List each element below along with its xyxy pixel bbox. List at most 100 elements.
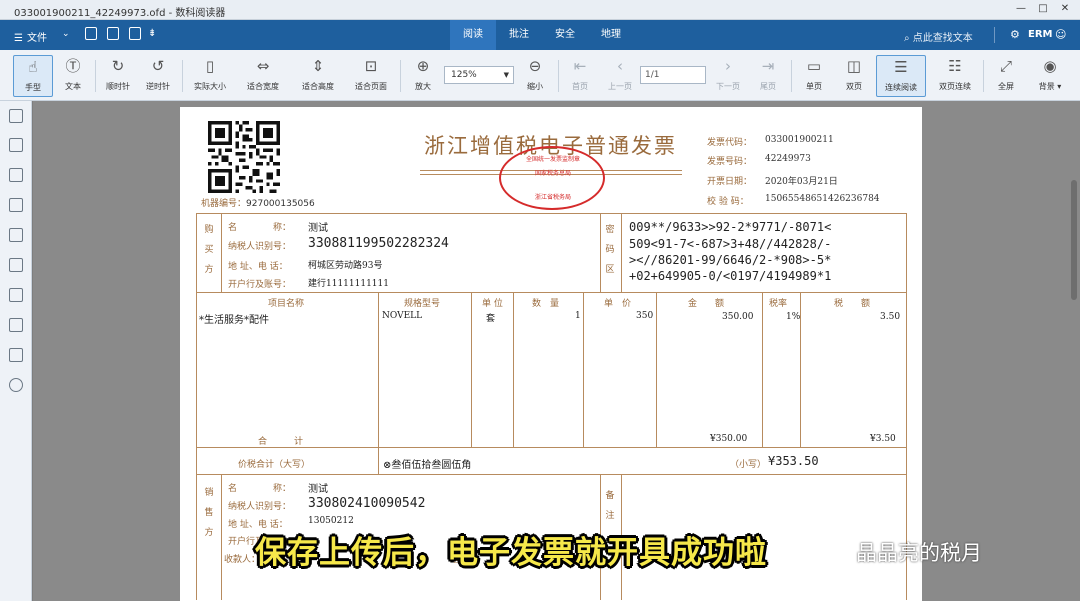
prev-page-button[interactable]: ‹ 上一页 [600,55,640,97]
image-icon[interactable] [9,138,23,152]
chevron-down-icon[interactable]: ⌄ [62,29,70,39]
toolbar-divider [95,60,96,92]
next-page-button[interactable]: › 下一页 [708,55,748,97]
seller-char: 售 [204,508,214,518]
zoom-select[interactable]: 125% ▼ [444,66,514,84]
zoom-in-label: 放大 [415,82,431,91]
double-page-button[interactable]: ◫ 双页 [834,55,874,97]
hand-tool-label: 手型 [25,83,41,92]
minimize-button[interactable]: — [1012,1,1030,17]
rotate-cw-icon: ↻ [111,57,125,75]
scrollbar-thumb[interactable] [1071,180,1077,300]
single-page-icon: ▭ [806,57,822,75]
first-page-button[interactable]: ⇤ 首页 [560,55,600,97]
user-icon[interactable]: ☺ [1055,28,1066,41]
maximize-button[interactable]: □ [1034,1,1052,17]
tab-geography[interactable]: 地理 [588,20,634,50]
fit-page-button[interactable]: ⊡ 适合页面 [351,55,391,97]
fullscreen-label: 全屏 [998,82,1014,91]
continuous-read-button[interactable]: ☰ 连续阅读 [876,55,926,97]
buyer-address: 柯城区劳动路93号 [308,261,383,271]
toolbar-divider [182,60,183,92]
tab-annotate[interactable]: 批注 [496,20,542,50]
background-button[interactable]: ◉ 背景 ▾ [1028,55,1072,97]
actual-size-button[interactable]: ▯ 实际大小 [190,55,230,97]
table-rule [196,447,907,448]
vertical-scrollbar[interactable] [1068,101,1080,601]
menubar: ☰ 文件 ⌄ ⇟ 阅读 批注 安全 地理 ⌕ 点此查找文本 ⚙ ERM ☺ [0,20,1080,50]
seller-name-label: 名 称： [228,484,292,494]
page-number-input[interactable]: 1/1 [640,66,706,84]
cipher-char: 码 [605,245,615,255]
hand-tool-button[interactable]: ☝ 手型 [13,55,53,97]
last-page-label: 尾页 [760,82,776,91]
save-icon[interactable] [107,27,119,40]
header-qty: 数 量 [532,299,560,309]
double-continuous-button[interactable]: ☷ 双页连续 [932,55,978,97]
header-item-name: 项目名称 [268,299,305,309]
seller-tax-label: 纳税人识别号： [228,502,292,512]
single-page-button[interactable]: ▭ 单页 [794,55,834,97]
rotate-ccw-label: 逆时针 [146,82,170,91]
tab-security[interactable]: 安全 [542,20,588,50]
zoom-in-button[interactable]: ⊕ 放大 [403,55,443,97]
check-code: 校 验 码： 15065548651426236784 [707,194,880,207]
header-rate: 税率 [769,299,788,309]
buyer-bank-label: 开户行及账号： [228,280,292,290]
text-cursor-icon: Ⓣ [65,57,81,75]
seal-text: 全国统一发票监制章 [525,156,580,163]
toolbar-divider [558,60,559,92]
search-icon: ⌕ [904,33,913,44]
document-icon[interactable] [9,318,23,332]
item-rate: 1% [786,312,801,322]
tab-read[interactable]: 阅读 [450,20,496,50]
fit-width-button[interactable]: ⇔ 适合宽度 [243,55,283,97]
text-tool-button[interactable]: Ⓣ 文本 [53,55,93,97]
bookmark-icon[interactable] [9,198,23,212]
layers-icon[interactable] [9,258,23,272]
qr-code [208,121,280,193]
page-value: 1/1 [645,70,660,80]
last-page-button[interactable]: ⇥ 尾页 [748,55,788,97]
grand-total-lower: ¥353.50 [768,454,819,468]
file-menu-label: 文件 [26,33,47,44]
pin-icon[interactable]: ⇟ [148,28,156,39]
wechat-icon [833,538,855,558]
search-placeholder: 点此查找文本 [912,33,973,44]
print-icon[interactable] [129,27,141,40]
table-rule [221,213,222,292]
meta-label: 开票日期： [707,177,753,187]
fit-height-button[interactable]: ⇕ 适合高度 [298,55,338,97]
open-folder-icon[interactable] [85,27,97,40]
close-button[interactable]: ✕ [1056,1,1074,17]
invoice-number: 发票号码： 42249973 [707,154,811,167]
file-menu[interactable]: ☰ 文件 [14,29,47,44]
zoom-out-button[interactable]: ⊖ 缩小 [515,55,555,97]
video-caption: 保存上传后，电子发票就开具成功啦 [255,535,767,571]
search-box[interactable]: ⌕ 点此查找文本 [904,29,973,44]
pages-icon[interactable] [9,288,23,302]
attachment-icon[interactable] [9,378,23,392]
item-spec: NOVELL [382,311,423,321]
fit-width-label: 适合宽度 [247,82,279,91]
item-qty: 1 [575,311,581,321]
outline-icon[interactable] [9,109,23,123]
fullscreen-button[interactable]: ⤢ 全屏 [986,55,1026,97]
seal-text: 浙江省税务局 [534,194,571,201]
gear-icon[interactable]: ⚙ [1010,28,1020,41]
fit-height-icon: ⇕ [311,57,325,75]
rotate-ccw-button[interactable]: ↺ 逆时针 [138,55,178,97]
rotate-cw-button[interactable]: ↻ 顺时针 [98,55,138,97]
annotation-icon[interactable] [9,228,23,242]
grand-upper-text: 叁佰伍拾叁圆伍角 [391,460,472,471]
zoom-out-icon: ⊖ [528,57,542,75]
structure-icon[interactable] [9,168,23,182]
item-unit: 套 [486,314,496,324]
menu-icon: ☰ [14,33,23,44]
first-page-icon: ⇤ [573,57,587,75]
seller-address: 13050212 [308,516,354,526]
background-label: 背景 [1038,82,1055,91]
seller-side-label: 销 售 方 [204,483,214,543]
cipher-line: +02+649905-0/<0197/4194989*1 [629,269,832,283]
sign-icon[interactable] [9,348,23,362]
